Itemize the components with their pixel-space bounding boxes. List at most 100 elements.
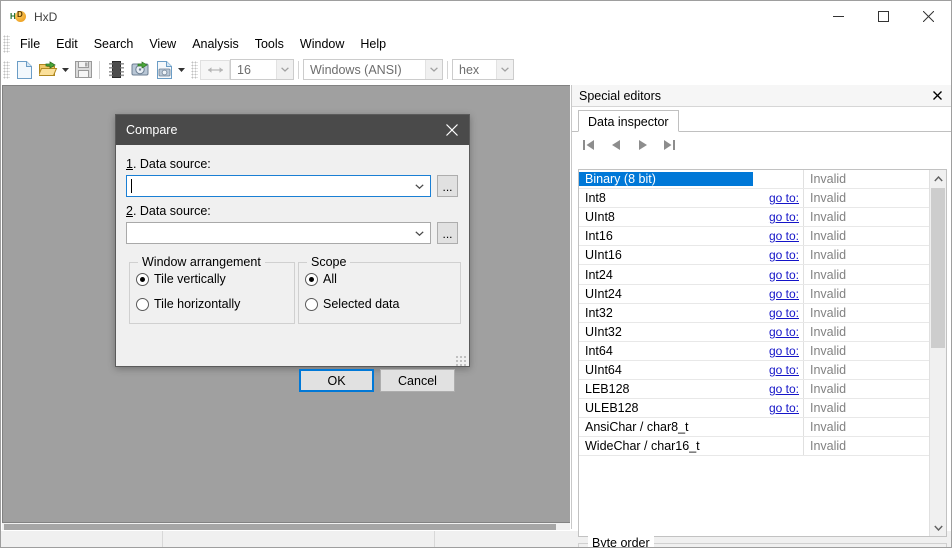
- previous-icon[interactable]: [608, 138, 623, 153]
- radio-scope-all[interactable]: All: [305, 272, 337, 286]
- data-source-2-browse-button[interactable]: ...: [437, 222, 458, 244]
- inspector-value[interactable]: Invalid: [803, 246, 929, 265]
- inspector-value[interactable]: Invalid: [803, 303, 929, 322]
- table-row[interactable]: Int64 go to: Invalid: [579, 341, 929, 361]
- tab-data-inspector[interactable]: Data inspector: [578, 110, 679, 132]
- chevron-down-icon[interactable]: [408, 223, 430, 243]
- open-disk-icon[interactable]: [129, 59, 151, 81]
- menu-search[interactable]: Search: [86, 33, 142, 55]
- new-file-icon[interactable]: [13, 59, 35, 81]
- open-ram-icon[interactable]: [105, 59, 127, 81]
- menu-tools[interactable]: Tools: [247, 33, 292, 55]
- table-row[interactable]: UInt64 go to: Invalid: [579, 360, 929, 381]
- first-icon[interactable]: [581, 138, 596, 153]
- inspector-type-name: Int16: [585, 229, 613, 244]
- dialog-resize-grip[interactable]: [455, 355, 466, 366]
- scrollbar-thumb[interactable]: [931, 188, 945, 348]
- table-row[interactable]: UInt32 go to: Invalid: [579, 322, 929, 342]
- menu-file[interactable]: File: [12, 33, 48, 55]
- chevron-down-icon[interactable]: [425, 60, 442, 79]
- open-disk-image-icon[interactable]: [153, 59, 175, 81]
- inspector-value[interactable]: Invalid: [803, 418, 929, 437]
- maximize-button[interactable]: [861, 1, 906, 32]
- menu-help[interactable]: Help: [352, 33, 394, 55]
- table-row[interactable]: ULEB128 go to: Invalid: [579, 399, 929, 419]
- radio-scope-selected-data[interactable]: Selected data: [305, 297, 399, 311]
- table-row[interactable]: LEB128 go to: Invalid: [579, 380, 929, 400]
- data-source-1-browse-button[interactable]: ...: [437, 175, 458, 197]
- inspector-value[interactable]: Invalid: [803, 437, 929, 456]
- table-row[interactable]: UInt8 go to: Invalid: [579, 208, 929, 228]
- table-row[interactable]: UInt24 go to: Invalid: [579, 284, 929, 304]
- offset-base-combo[interactable]: hex: [452, 59, 514, 80]
- chevron-down-icon[interactable]: [408, 176, 430, 196]
- close-icon[interactable]: [435, 115, 469, 145]
- inspector-value[interactable]: Invalid: [803, 170, 929, 189]
- close-icon[interactable]: [929, 87, 946, 104]
- table-row[interactable]: WideChar / char16_t Invalid: [579, 437, 929, 457]
- goto-link[interactable]: go to:: [753, 306, 803, 320]
- goto-link[interactable]: go to:: [753, 210, 803, 224]
- chevron-down-icon[interactable]: [276, 60, 293, 79]
- menubar-drag-grip[interactable]: [3, 35, 10, 53]
- charset-combo[interactable]: Windows (ANSI): [303, 59, 443, 80]
- compare-dialog: Compare 1. Data source: ... 2. Data sour…: [115, 114, 470, 392]
- inspector-value[interactable]: Invalid: [803, 380, 929, 399]
- table-row[interactable]: Int8 go to: Invalid: [579, 189, 929, 209]
- inspector-value[interactable]: Invalid: [803, 322, 929, 341]
- toolbar-section-grip[interactable]: [191, 60, 198, 79]
- inspector-vertical-scrollbar[interactable]: [929, 170, 946, 536]
- hxd-logo-icon: Hx: [10, 9, 26, 25]
- window-title: HxD: [34, 9, 58, 24]
- goto-link[interactable]: go to:: [753, 363, 803, 377]
- open-file-icon[interactable]: [37, 59, 59, 81]
- menubar: File Edit Search View Analysis Tools Win…: [1, 32, 951, 56]
- open-special-dropdown-icon[interactable]: [176, 59, 187, 81]
- goto-link[interactable]: go to:: [753, 191, 803, 205]
- table-row[interactable]: Binary (8 bit) Invalid: [579, 170, 929, 190]
- cancel-button[interactable]: Cancel: [380, 369, 455, 392]
- inspector-value[interactable]: Invalid: [803, 227, 929, 246]
- data-source-1-combo[interactable]: [126, 175, 431, 197]
- goto-link[interactable]: go to:: [753, 229, 803, 243]
- open-dropdown-icon[interactable]: [60, 59, 71, 81]
- inspector-value[interactable]: Invalid: [803, 284, 929, 303]
- close-button[interactable]: [906, 1, 951, 32]
- goto-link[interactable]: go to:: [753, 325, 803, 339]
- inspector-value[interactable]: Invalid: [803, 265, 929, 284]
- menu-window[interactable]: Window: [292, 33, 352, 55]
- data-source-2-combo[interactable]: [126, 222, 431, 244]
- menu-analysis[interactable]: Analysis: [184, 33, 247, 55]
- chevron-down-icon[interactable]: [496, 60, 513, 79]
- inspector-value[interactable]: Invalid: [803, 399, 929, 418]
- goto-link[interactable]: go to:: [753, 382, 803, 396]
- inspector-value[interactable]: Invalid: [803, 208, 929, 227]
- next-icon[interactable]: [635, 138, 650, 153]
- table-row[interactable]: Int32 go to: Invalid: [579, 303, 929, 323]
- menu-edit[interactable]: Edit: [48, 33, 86, 55]
- table-row[interactable]: Int16 go to: Invalid: [579, 227, 929, 247]
- goto-link[interactable]: go to:: [753, 248, 803, 262]
- data-inspector-list[interactable]: Binary (8 bit) Invalid Int8 go to: Invalid UI…: [578, 169, 947, 537]
- ok-button[interactable]: OK: [299, 369, 374, 392]
- inspector-value[interactable]: Invalid: [803, 360, 929, 380]
- status-panel-1: [1, 531, 163, 547]
- inspector-value[interactable]: Invalid: [803, 189, 929, 208]
- bytes-per-row-combo[interactable]: 16: [230, 59, 294, 80]
- menu-view[interactable]: View: [141, 33, 184, 55]
- table-row[interactable]: Int24 go to: Invalid: [579, 265, 929, 285]
- goto-link[interactable]: go to:: [753, 401, 803, 415]
- goto-link[interactable]: go to:: [753, 287, 803, 301]
- inspector-value[interactable]: Invalid: [803, 341, 929, 360]
- scroll-down-icon[interactable]: [930, 519, 946, 536]
- goto-link[interactable]: go to:: [753, 268, 803, 282]
- goto-link[interactable]: go to:: [753, 344, 803, 358]
- last-icon[interactable]: [662, 138, 677, 153]
- toolbar-drag-grip[interactable]: [3, 60, 10, 79]
- radio-tile-horizontally[interactable]: Tile horizontally: [136, 297, 240, 311]
- minimize-button[interactable]: [816, 1, 861, 32]
- table-row[interactable]: AnsiChar / char8_t Invalid: [579, 418, 929, 438]
- scroll-up-icon[interactable]: [930, 170, 946, 187]
- radio-tile-vertically[interactable]: Tile vertically: [136, 272, 226, 286]
- table-row[interactable]: UInt16 go to: Invalid: [579, 246, 929, 266]
